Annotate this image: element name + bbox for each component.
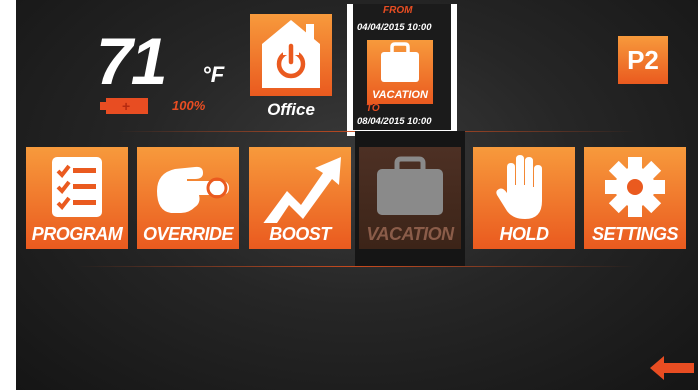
location-office-button[interactable]: Office — [250, 14, 332, 122]
battery-charging-icon: + — [100, 98, 148, 114]
boost-label: BOOST — [269, 224, 331, 244]
boost-button[interactable]: BOOST — [249, 147, 351, 249]
raised-hand-icon — [473, 151, 575, 223]
program-button[interactable]: PROGRAM — [26, 147, 128, 249]
house-power-icon — [250, 14, 332, 96]
vacation-label: VACATION — [366, 224, 454, 244]
temperature-unit: °F — [202, 62, 225, 87]
battery-percent: 100% — [172, 98, 206, 113]
program-label: PROGRAM — [31, 224, 123, 244]
pointing-hand-icon — [137, 151, 239, 223]
location-label: Office — [267, 100, 315, 119]
vacation-mode-tile: VACATION — [367, 40, 433, 104]
settings-button[interactable]: SETTINGS — [584, 147, 686, 249]
vacation-button[interactable]: VACATION — [359, 147, 461, 249]
profile-p2-button[interactable]: P2 — [618, 36, 668, 84]
thermostat-screen: 71 °F + 100% Office FROM 04/04/2015 10:0… — [16, 0, 698, 390]
override-label: OVERRIDE — [142, 224, 234, 244]
gear-icon — [584, 151, 686, 223]
trend-up-arrow-icon — [249, 151, 351, 235]
hold-button[interactable]: HOLD — [473, 147, 575, 249]
suitcase-icon — [359, 151, 461, 223]
vacation-to-date: 08/04/2015 10:00 — [357, 116, 432, 127]
vacation-to-label: TO — [366, 103, 380, 114]
hold-label: HOLD — [499, 224, 550, 244]
back-arrow-icon[interactable] — [650, 356, 694, 380]
divider-bottom — [76, 266, 636, 267]
vacation-from-date: 04/04/2015 10:00 — [357, 22, 432, 33]
temperature-value: 71 — [96, 24, 167, 98]
checklist-icon — [26, 151, 128, 223]
vacation-mode-label: VACATION — [372, 89, 428, 101]
override-button[interactable]: OVERRIDE — [137, 147, 239, 249]
suitcase-icon — [381, 42, 419, 82]
vacation-from-label: FROM — [383, 5, 413, 16]
vacation-schedule-panel[interactable]: FROM 04/04/2015 10:00 VACATION TO 08/04/… — [347, 4, 457, 136]
settings-label: SETTINGS — [591, 224, 679, 244]
